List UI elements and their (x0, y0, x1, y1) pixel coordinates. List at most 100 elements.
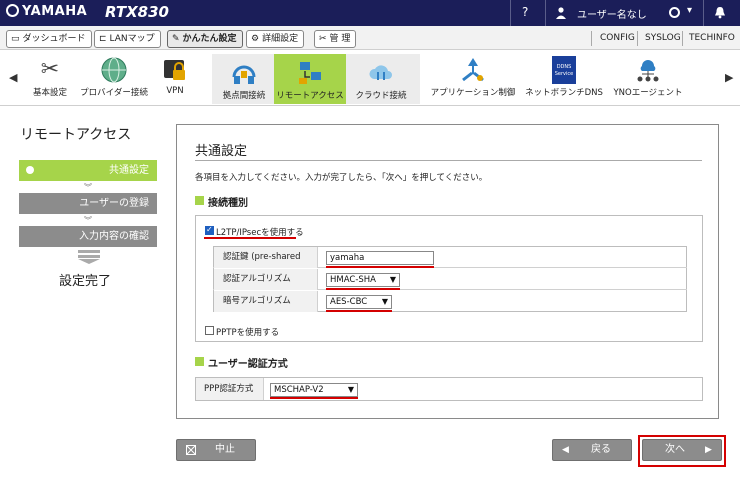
icon-label: クラウド接続 (355, 91, 407, 101)
icon-label: プロバイダー接続 (80, 88, 148, 98)
tab-lan-map[interactable]: ⊏ LANマップ (94, 30, 161, 48)
tab-label: かんたん設定 (182, 34, 237, 44)
globe-icon (100, 56, 128, 84)
section-marker (195, 357, 204, 366)
model-name: RTX830 (105, 3, 169, 21)
psk-input[interactable] (326, 251, 434, 265)
step-label: 入力内容の確認 (79, 231, 149, 242)
icon-provider[interactable]: プロバイダー接続 (78, 56, 150, 104)
chevron-down-icon: ︾ (84, 216, 92, 225)
tab-label: ダッシュボード (22, 34, 86, 44)
cloud-icon (367, 59, 395, 87)
brand-text: YAMAHA (22, 4, 88, 19)
divider (195, 160, 702, 161)
pptp-label[interactable]: PPTPを使用する (216, 326, 279, 338)
tab-advanced[interactable]: ⚙ 詳細設定 (246, 30, 305, 48)
chevron-down-icon: ▼ (347, 385, 354, 394)
icon-app-control[interactable]: アプリケーション制御 (428, 56, 518, 104)
section-marker (195, 196, 204, 205)
l2tp-checkbox[interactable] (205, 225, 214, 235)
page-title: 共通設定 (195, 144, 248, 159)
auth-algorithm-label: 認証アルゴリズム (214, 269, 318, 290)
ppp-auth-label: PPP認証方式 (196, 378, 264, 400)
tab-easy-setup[interactable]: ✎ かんたん設定 (167, 30, 243, 48)
icon-basic-settings[interactable]: ✂ 基本設定 (28, 56, 72, 104)
step-complete: 設定完了 (59, 274, 112, 289)
auth-algorithm-select[interactable]: HMAC-SHA ▼ (326, 273, 400, 287)
icon-netvolante-dns[interactable]: DDNS Service ネットボランチDNS (524, 56, 604, 104)
select-value: HMAC-SHA (330, 275, 376, 285)
current-step-icon (26, 166, 34, 174)
icon-label: アプリケーション制御 (430, 88, 516, 98)
wrench-icon: ✂ (319, 34, 327, 44)
icon-label: VPN (166, 86, 184, 96)
chevron-down-icon: ▼ (389, 275, 396, 284)
close-icon (186, 445, 196, 455)
status-chevron-icon[interactable]: ▾ (687, 5, 692, 16)
back-button[interactable]: ◀ 戻る (552, 439, 632, 461)
scroll-left-icon[interactable]: ◀ (9, 71, 17, 84)
lock-icon (161, 56, 189, 84)
syslog-link[interactable]: SYSLOG (645, 33, 681, 43)
instructions-text: 各項目を入力してください。入力が完了したら、「次へ」を押してください。 (195, 173, 488, 183)
next-button[interactable]: 次へ ▶ (642, 439, 722, 461)
divider (703, 0, 704, 26)
cancel-button[interactable]: 中止 (176, 439, 256, 461)
tab-management[interactable]: ✂ 管 理 (314, 30, 357, 48)
divider (682, 31, 683, 46)
help-button[interactable]: ? (522, 5, 528, 19)
ppp-auth-select[interactable]: MSCHAP-V2 ▼ (270, 383, 358, 397)
button-label: 次へ (665, 444, 685, 455)
status-icon[interactable] (669, 7, 680, 18)
monitor-icon: ▭ (11, 34, 20, 44)
psk-label: 認証鍵 (pre-shared key) (214, 247, 318, 283)
pptp-checkbox[interactable] (205, 326, 214, 335)
icon-vpn[interactable]: VPN (158, 56, 192, 104)
user-icon (556, 7, 566, 19)
wand-icon: ✎ (172, 34, 180, 44)
step-label: 共通設定 (109, 165, 149, 176)
icon-label: 拠点間接続 (222, 91, 266, 101)
bell-icon[interactable] (714, 6, 726, 19)
section-user-auth: ユーザー認証方式 (208, 359, 288, 370)
techinfo-link[interactable]: TECHINFO (689, 33, 735, 43)
select-value: MSCHAP-V2 (274, 385, 324, 395)
icon-yno-agent[interactable]: YNOエージェント (610, 56, 686, 104)
tab-dashboard[interactable]: ▭ ダッシュボード (6, 30, 92, 48)
yno-icon (634, 56, 662, 84)
site-to-site-icon (230, 59, 258, 87)
divider (591, 31, 592, 46)
chevron-right-icon: ▶ (705, 445, 712, 455)
tab-label: 詳細設定 (262, 34, 299, 44)
select-value: AES-CBC (330, 297, 368, 307)
divider (637, 31, 638, 46)
cipher-algorithm-select[interactable]: AES-CBC ▼ (326, 295, 392, 309)
cipher-algorithm-label: 暗号アルゴリズム (214, 291, 318, 312)
section-connection-type: 接続種別 (208, 198, 248, 209)
icon-remote-access[interactable]: リモートアクセス (274, 59, 346, 107)
button-label: 戻る (591, 444, 611, 455)
chevron-down-icon: ︾ (84, 183, 92, 192)
tab-label: LANマップ (109, 34, 155, 44)
divider (510, 0, 511, 26)
wizard-title: リモートアクセス (20, 127, 132, 143)
scroll-right-icon[interactable]: ▶ (725, 71, 733, 84)
tab-label: 管 理 (329, 34, 351, 44)
step-user-registration: ユーザーの登録 (19, 193, 157, 214)
divider (545, 0, 546, 26)
remote-access-icon (296, 59, 324, 87)
gear-icon: ⚙ (251, 34, 260, 44)
user-name[interactable]: ユーザー名なし (577, 6, 647, 21)
tools-icon: ✂ (40, 57, 60, 82)
yamaha-logo-icon (6, 4, 19, 17)
highlight-underline (270, 397, 358, 399)
button-label: 中止 (215, 444, 235, 455)
icon-cloud[interactable]: クラウド接続 (350, 59, 412, 107)
config-link[interactable]: CONFIG (600, 33, 635, 43)
arrow-down-icon (78, 250, 100, 264)
dns-icon: DDNS Service (552, 56, 576, 84)
icon-site-to-site[interactable]: 拠点間接続 (216, 59, 272, 107)
step-confirm: 入力内容の確認 (19, 226, 157, 247)
app-control-icon (459, 56, 487, 84)
chevron-down-icon: ▼ (381, 297, 388, 306)
